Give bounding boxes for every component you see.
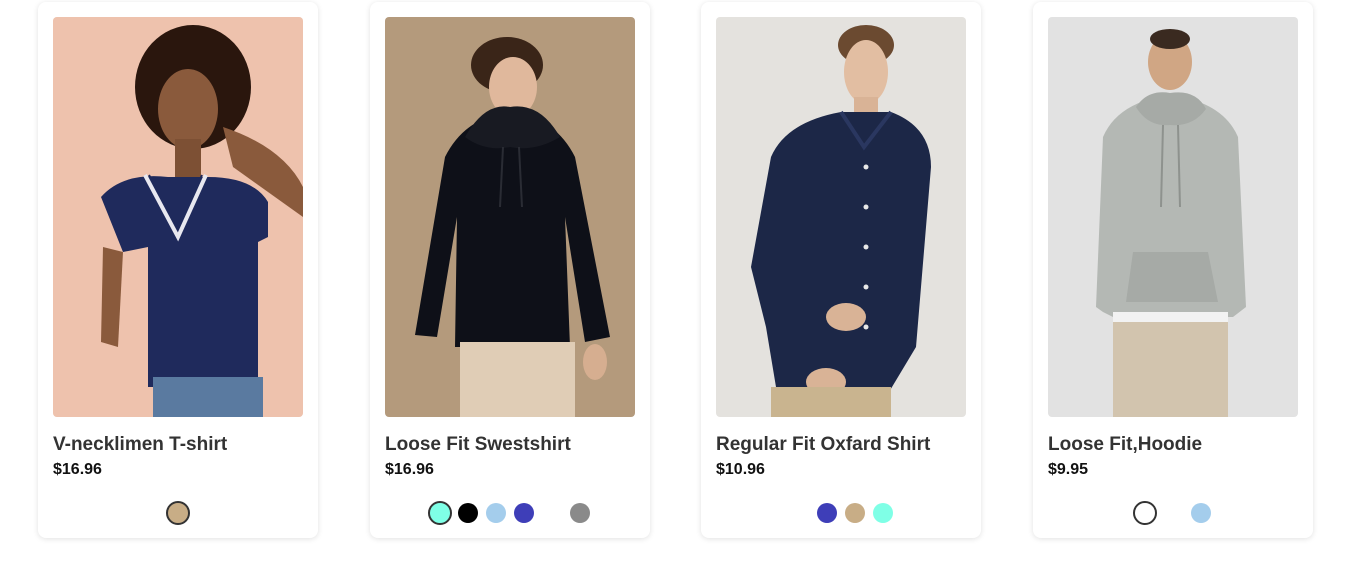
product-card[interactable]: Regular Fit Oxfard Shirt $10.96: [701, 2, 981, 538]
product-card[interactable]: Loose Fit Swestshirt $16.96: [370, 2, 650, 538]
product-image[interactable]: [716, 17, 966, 417]
product-price: $16.96: [53, 461, 102, 478]
product-image[interactable]: [385, 17, 635, 417]
product-price: $10.96: [716, 461, 765, 478]
product-card[interactable]: Loose Fit,Hoodie $9.95: [1033, 2, 1313, 538]
product-card[interactable]: V-necklimen T-shirt $16.96: [38, 2, 318, 538]
color-swatch-gray[interactable]: [570, 503, 590, 523]
color-swatch-indigo[interactable]: [514, 503, 534, 523]
product-title[interactable]: Loose Fit Swestshirt: [385, 434, 571, 456]
color-swatch-tan[interactable]: [845, 503, 865, 523]
product-image[interactable]: [53, 17, 303, 417]
product-title[interactable]: V-necklimen T-shirt: [53, 434, 227, 456]
color-swatch-black[interactable]: [458, 503, 478, 523]
color-swatches: [701, 502, 981, 526]
product-title[interactable]: Regular Fit Oxfard Shirt: [716, 434, 930, 456]
color-swatch-white[interactable]: [1163, 503, 1183, 523]
product-price: $9.95: [1048, 461, 1089, 478]
color-swatches: [370, 501, 650, 526]
product-grid: V-necklimen T-shirt $16.96 Loose Fit Swe…: [0, 0, 1351, 573]
color-swatch-white[interactable]: [1133, 501, 1157, 525]
color-swatch-indigo[interactable]: [817, 503, 837, 523]
color-swatch-tan[interactable]: [166, 501, 190, 525]
color-swatches: [1033, 501, 1313, 526]
product-title[interactable]: Loose Fit,Hoodie: [1048, 434, 1202, 456]
product-image[interactable]: [1048, 17, 1298, 417]
color-swatch-light-blue[interactable]: [1191, 503, 1211, 523]
color-swatches: [38, 501, 318, 526]
product-price: $16.96: [385, 461, 434, 478]
color-swatch-aqua[interactable]: [428, 501, 452, 525]
color-swatch-aqua[interactable]: [873, 503, 893, 523]
color-swatch-white[interactable]: [542, 503, 562, 523]
color-swatch-light-blue[interactable]: [486, 503, 506, 523]
